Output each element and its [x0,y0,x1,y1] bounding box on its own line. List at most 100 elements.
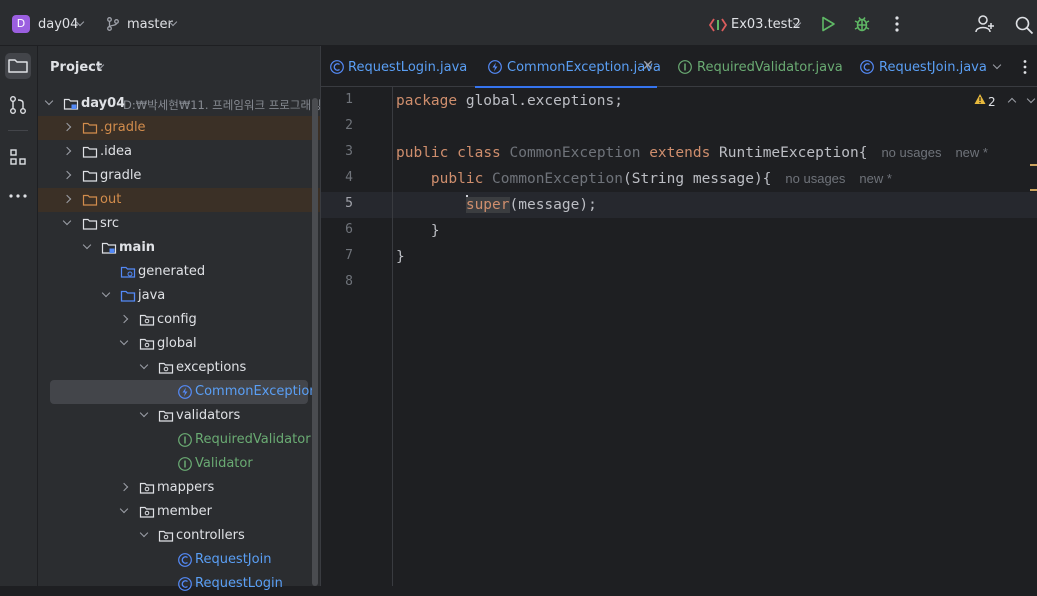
tree-item-label: main [119,240,156,255]
tree-item-label: CommonException [195,384,318,399]
tab-request-join[interactable]: RequestJoin.java [859,46,989,87]
expand-arrow-icon[interactable] [139,408,149,418]
expand-arrow-icon[interactable] [101,288,111,298]
inlay-hint-usages[interactable]: no usages [881,145,941,160]
interface-icon [178,457,192,471]
project-scrollbar[interactable] [312,98,318,586]
expand-arrow-icon[interactable] [62,122,72,132]
code-text: (String message){ [623,171,772,187]
tree-item-java[interactable]: java [38,284,320,308]
constructor-name: CommonException [492,171,623,187]
generated-sources-folder-icon [120,266,136,278]
module-folder-icon [101,242,117,254]
tab-required-validator[interactable]: RequiredValidator.java [677,46,843,87]
warnings-count[interactable]: 2 [988,95,996,109]
code-text: } [396,249,405,265]
expand-arrow-icon[interactable] [119,314,129,324]
tool-window-strip [0,46,38,586]
tree-item-mappers[interactable]: mappers [38,476,320,500]
more-tools-button[interactable] [5,183,31,209]
more-horizontal-icon [9,194,27,198]
tree-item-generated[interactable]: generated [38,260,320,284]
tree-item-gradle[interactable]: gradle [38,164,320,188]
expand-arrow-icon[interactable] [119,482,129,492]
tree-item-label: .idea [100,144,132,159]
tree-item-validator[interactable]: Validator [38,452,320,476]
exception-class-icon [488,60,502,74]
tree-item-main[interactable]: main [38,236,320,260]
code-text: (message); [509,197,597,213]
code-text: RuntimeException{ [710,145,868,161]
warning-icon[interactable] [974,93,986,105]
error-stripe-marker[interactable] [1030,189,1037,191]
tree-item-label: mappers [157,480,215,495]
expand-arrow-icon[interactable] [119,336,129,346]
tree-item-common-exception[interactable]: CommonException [50,380,318,404]
tree-item-gradle-cache[interactable]: .gradle [38,116,320,140]
inlay-hint-author[interactable]: new * [859,171,892,186]
code-line: package global.exceptions; [396,88,623,114]
tab-common-exception[interactable]: CommonException.java ✕ [475,46,661,88]
tree-item-label: java [138,288,166,303]
expand-arrow-icon[interactable] [62,194,72,204]
tree-item-required-validator[interactable]: RequiredValidator [38,428,320,452]
tree-item-idea[interactable]: .idea [38,140,320,164]
expand-arrow-icon[interactable] [119,504,129,514]
folder-icon [8,59,28,73]
expand-arrow-icon[interactable] [139,360,149,370]
expand-arrow-icon[interactable] [139,528,149,538]
tab-label: RequestLogin.java [348,60,468,75]
add-user-icon[interactable] [975,14,995,34]
expand-arrow-icon[interactable] [62,146,72,156]
pull-request-icon [9,95,26,115]
tree-item-root[interactable]: day04 D:₩박세현₩11. 프레임워크 프로그래밍 [38,92,322,116]
tree-item-global[interactable]: global [38,332,320,356]
more-actions-icon[interactable] [889,15,905,33]
line-number-gutter[interactable]: 1 2 3 4 5 6 7 8 [321,87,393,586]
tree-item-exceptions[interactable]: exceptions [38,356,320,380]
line-number: 8 [345,274,353,289]
tree-item-member[interactable]: member [38,500,320,524]
inlay-hint-usages[interactable]: no usages [785,171,845,186]
run-icon[interactable] [820,16,836,32]
project-panel-title[interactable]: Project [50,60,102,75]
tab-request-login[interactable]: RequestLogin.java [329,46,479,87]
tree-item-src[interactable]: src [38,212,320,236]
tree-item-request-login[interactable]: RequestLogin [38,572,320,596]
expand-arrow-icon[interactable] [62,216,72,226]
folder-icon [82,146,98,158]
search-icon[interactable] [1014,15,1034,35]
commit-tool-button[interactable] [5,92,31,118]
code-line: public class CommonException extends Run… [396,140,988,166]
tree-item-label: src [100,216,119,231]
tree-item-controllers[interactable]: controllers [38,524,320,548]
structure-tool-button[interactable] [5,144,31,170]
close-icon[interactable]: ✕ [642,58,654,74]
tree-item-validators[interactable]: validators [38,404,320,428]
code-area[interactable]: package global.exceptions; public class … [396,87,1036,586]
run-configuration-selector[interactable]: Ex03.test2 [731,17,801,32]
branch-selector[interactable]: master [127,17,173,32]
code-text: global.exceptions; [457,93,623,109]
git-branch-icon[interactable] [106,17,120,31]
line-number: 4 [345,170,353,185]
expand-arrow-icon[interactable] [82,240,92,250]
tree-item-request-join[interactable]: RequestJoin [38,548,320,572]
package-icon [158,362,174,374]
more-actions-icon[interactable] [1022,59,1028,75]
error-stripe-marker[interactable] [1030,164,1037,166]
tree-item-out[interactable]: out [38,188,320,212]
expand-arrow-icon[interactable] [62,170,72,180]
tree-item-config[interactable]: config [38,308,320,332]
tree-item-label: gradle [100,168,142,183]
expand-arrow-icon[interactable] [44,96,54,106]
project-tool-button[interactable] [5,53,31,79]
inlay-hint-author[interactable]: new * [955,145,988,160]
keyword: package [396,93,458,109]
project-badge[interactable]: D [12,15,30,33]
project-selector[interactable]: day04 [38,17,78,32]
tabs-dropdown-icon[interactable] [992,60,1002,70]
debug-icon[interactable] [853,15,871,33]
run-configuration-icon [709,18,727,32]
line-number: 5 [345,196,353,211]
